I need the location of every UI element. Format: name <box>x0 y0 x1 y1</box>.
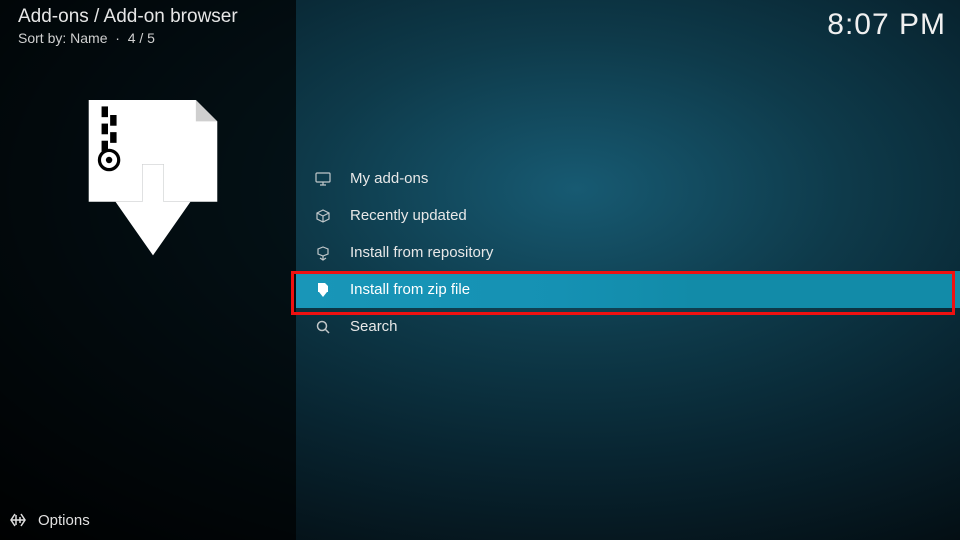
menu-item-my-addons[interactable]: My add-ons <box>296 160 960 197</box>
menu-item-label: Install from repository <box>350 244 493 261</box>
breadcrumb: Add-ons / Add-on browser <box>18 6 238 28</box>
options-label: Options <box>38 512 90 529</box>
menu-list: My add-ons Recently updated Install from… <box>296 160 960 345</box>
menu-item-search[interactable]: Search <box>296 308 960 345</box>
search-icon <box>314 318 332 336</box>
monitor-icon <box>314 170 332 188</box>
sidebar: Options <box>0 0 296 540</box>
clock: 8:07 PM <box>827 8 946 42</box>
menu-item-label: Search <box>350 318 398 335</box>
zip-file-icon <box>314 281 332 299</box>
sort-label: Sort by: Name <box>18 30 107 46</box>
menu-item-label: My add-ons <box>350 170 428 187</box>
sort-separator: · <box>111 30 127 46</box>
sort-line: Sort by: Name · 4 / 5 <box>18 30 155 46</box>
item-counter: 4 / 5 <box>128 30 155 46</box>
menu-item-label: Recently updated <box>350 207 467 224</box>
menu-item-install-zip[interactable]: Install from zip file <box>296 271 960 308</box>
menu-item-label: Install from zip file <box>350 281 470 298</box>
menu-item-recently-updated[interactable]: Recently updated <box>296 197 960 234</box>
sliders-icon <box>8 510 28 530</box>
menu-item-install-repository[interactable]: Install from repository <box>296 234 960 271</box>
options-button[interactable]: Options <box>0 500 296 540</box>
repository-icon <box>314 244 332 262</box>
zip-download-icon <box>78 100 228 261</box>
box-icon <box>314 207 332 225</box>
